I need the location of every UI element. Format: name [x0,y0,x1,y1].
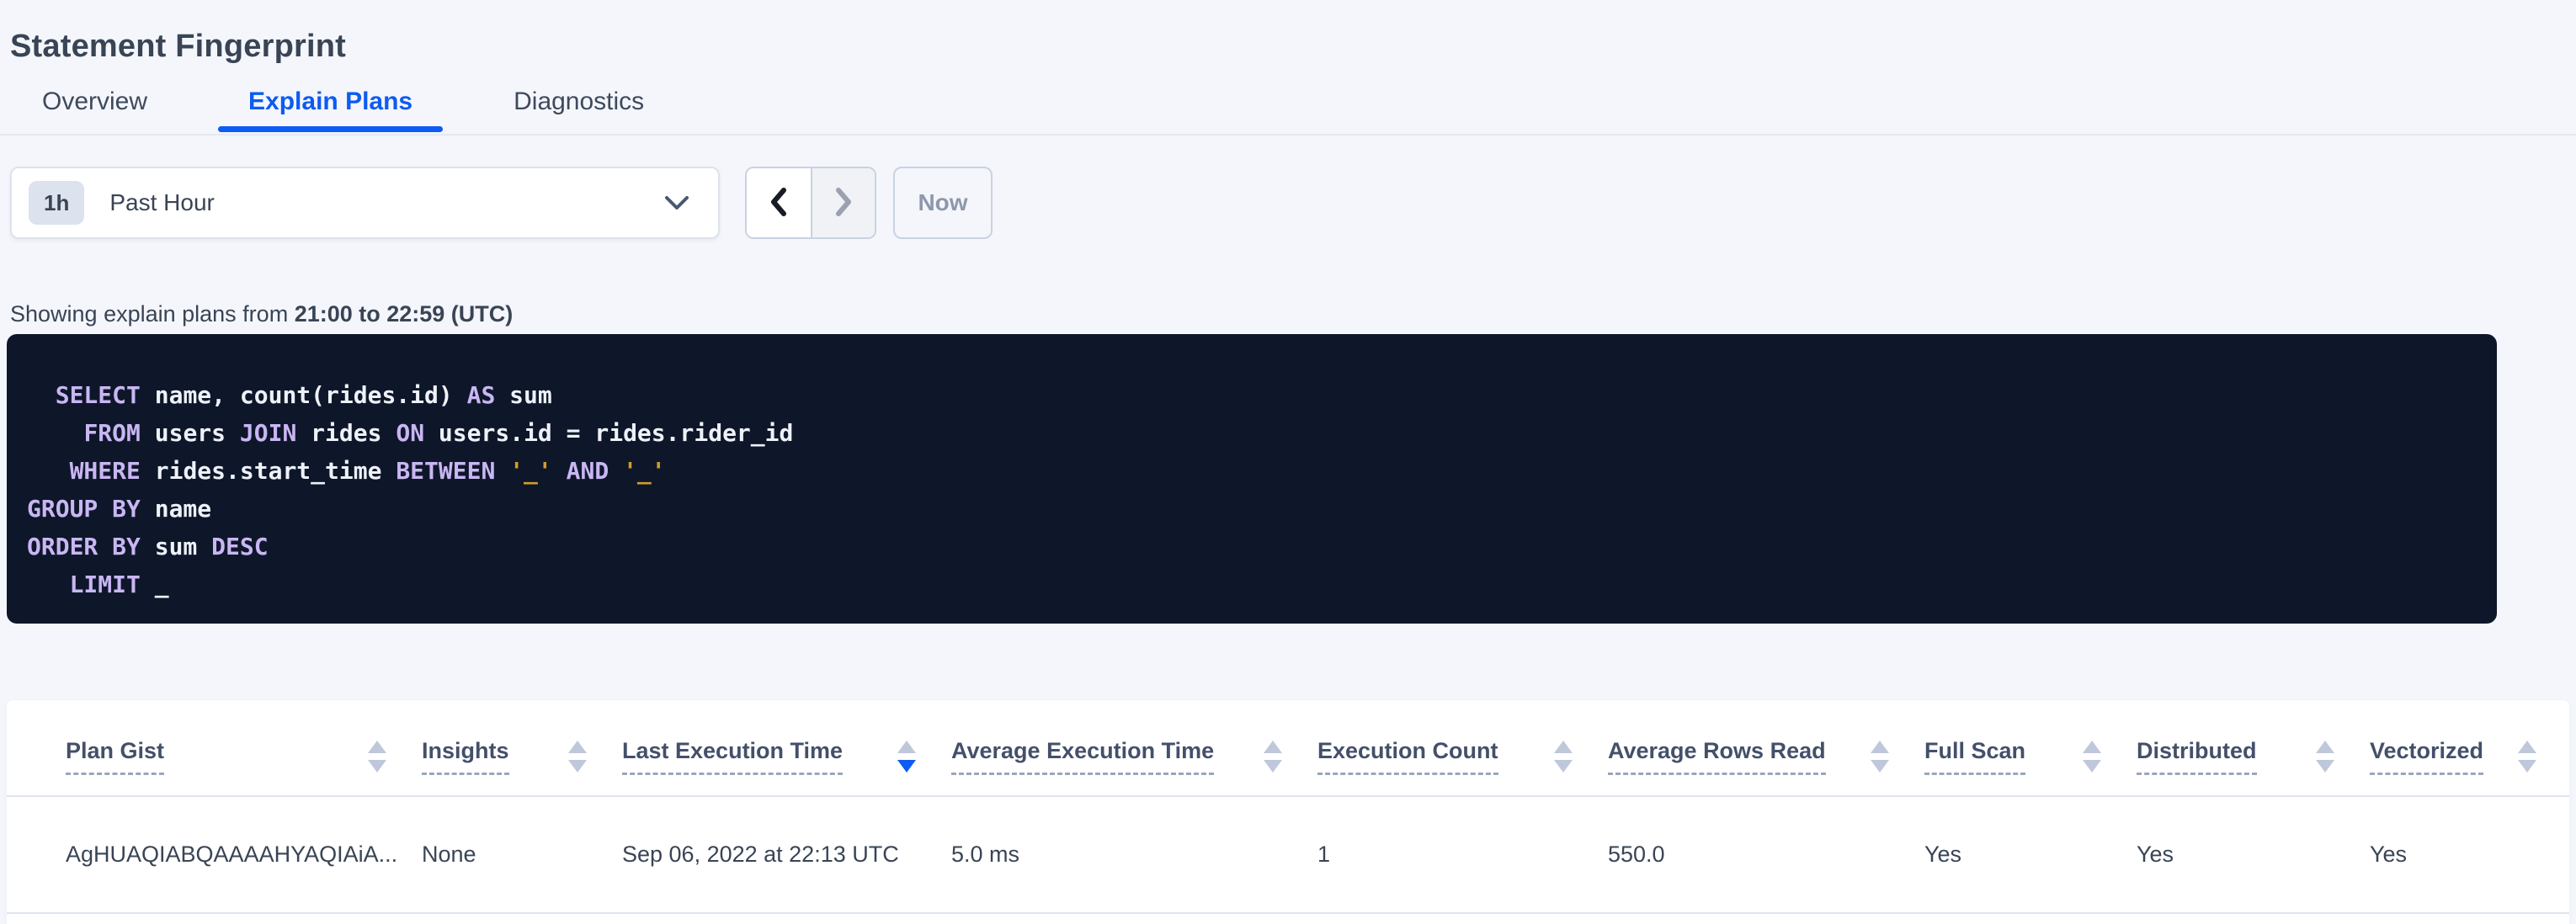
sort-down-arrow [1871,760,1889,773]
sql-line: WHERE rides.start_time BETWEEN '_' AND '… [27,452,2463,490]
table-header-row: Plan Gist Insights Last Execution Time Aver… [7,700,2569,797]
cell-average-rows-read: 550.0 [1608,842,1924,868]
tabs-divider [0,134,2576,135]
sort-down-arrow [2316,760,2334,773]
column-label[interactable]: Insights [422,738,509,775]
sort-up-arrow [568,741,587,753]
time-range-label: Past Hour [109,189,215,216]
sort-icon[interactable] [1871,741,1889,773]
sort-icon[interactable] [897,741,916,773]
sort-up-arrow [368,741,386,753]
column-header-vectorized[interactable]: Vectorized [2370,738,2569,795]
column-header-full-scan[interactable]: Full Scan [1924,738,2137,795]
table-row: AgHUAQIABQAAAAHYAQIAiA...NoneSep 06, 202… [7,797,2569,914]
next-time-button[interactable] [811,168,875,237]
column-label[interactable]: Average Rows Read [1608,738,1826,775]
cell-insights: None [422,842,622,868]
prev-time-button[interactable] [747,168,811,237]
column-label[interactable]: Vectorized [2370,738,2483,775]
column-label[interactable]: Execution Count [1317,738,1498,775]
chevron-right-icon [829,184,858,222]
cell-last-execution-time: Sep 06, 2022 at 22:13 UTC [622,842,951,868]
time-range-dropdown[interactable]: 1h Past Hour [10,167,720,239]
sort-down-arrow [897,760,916,773]
time-range-badge: 1h [29,181,84,225]
cell-average-execution-time: 5.0 ms [951,842,1317,868]
chevron-down-icon [664,194,689,211]
tab-diagnostics[interactable]: Diagnostics [483,74,674,130]
time-window-arrows [745,167,876,239]
cell-full-scan: Yes [1924,842,2137,868]
status-line: Showing explain plans from 21:00 to 22:5… [10,300,513,328]
tab-explain-plans[interactable]: Explain Plans [218,74,443,130]
column-header-plan-gist[interactable]: Plan Gist [66,738,422,795]
chevron-left-icon [764,184,793,222]
table-body: AgHUAQIABQAAAAHYAQIAiA...NoneSep 06, 202… [7,797,2569,914]
sort-up-arrow [2518,741,2536,753]
sort-icon[interactable] [368,741,386,773]
status-prefix: Showing explain plans from [10,301,295,327]
sort-up-arrow [2083,741,2101,753]
sort-up-arrow [897,741,916,753]
sort-up-arrow [1871,741,1889,753]
column-header-last-execution-time[interactable]: Last Execution Time [622,738,951,795]
statement-fingerprint-page: Statement Fingerprint Overview Explain P… [0,0,2576,924]
sort-down-arrow [1554,760,1573,773]
sort-icon[interactable] [2316,741,2334,773]
column-header-average-rows-read[interactable]: Average Rows Read [1608,738,1924,795]
sql-statement-box: SELECT name, count(rides.id) AS sum FROM… [7,334,2497,624]
sql-line: ORDER BY sum DESC [27,528,2463,566]
sort-down-arrow [568,760,587,773]
sql-line: GROUP BY name [27,490,2463,528]
explain-plans-table: Plan Gist Insights Last Execution Time Aver… [7,700,2569,924]
cell-execution-count: 1 [1317,842,1608,868]
page-title: Statement Fingerprint [10,24,346,68]
status-time-range: 21:00 to 22:59 (UTC) [295,301,514,327]
sort-down-arrow [2518,760,2536,773]
now-button[interactable]: Now [893,167,993,239]
sort-up-arrow [2316,741,2334,753]
sort-icon[interactable] [1264,741,1282,773]
sort-icon[interactable] [568,741,587,773]
tabs-bar: Overview Explain Plans Diagnostics [12,74,715,130]
tab-overview[interactable]: Overview [12,74,178,130]
column-label[interactable]: Full Scan [1924,738,2025,775]
column-header-execution-count[interactable]: Execution Count [1317,738,1608,795]
sort-icon[interactable] [2083,741,2101,773]
cell-distributed: Yes [2137,842,2370,868]
column-label[interactable]: Plan Gist [66,738,164,775]
column-header-average-execution-time[interactable]: Average Execution Time [951,738,1317,795]
sort-icon[interactable] [1554,741,1573,773]
sort-down-arrow [2083,760,2101,773]
sort-down-arrow [368,760,386,773]
column-header-insights[interactable]: Insights [422,738,622,795]
cell-vectorized: Yes [2370,842,2569,868]
sort-icon[interactable] [2518,741,2536,773]
sort-up-arrow [1264,741,1282,753]
sort-down-arrow [1264,760,1282,773]
column-label[interactable]: Distributed [2137,738,2257,775]
sql-line: SELECT name, count(rides.id) AS sum [27,376,2463,414]
sort-up-arrow [1554,741,1573,753]
column-label[interactable]: Last Execution Time [622,738,843,775]
column-label[interactable]: Average Execution Time [951,738,1214,775]
sql-line: FROM users JOIN rides ON users.id = ride… [27,414,2463,452]
sql-line: LIMIT _ [27,566,2463,603]
column-header-distributed[interactable]: Distributed [2137,738,2370,795]
cell-plan-gist[interactable]: AgHUAQIABQAAAAHYAQIAiA... [66,842,422,868]
